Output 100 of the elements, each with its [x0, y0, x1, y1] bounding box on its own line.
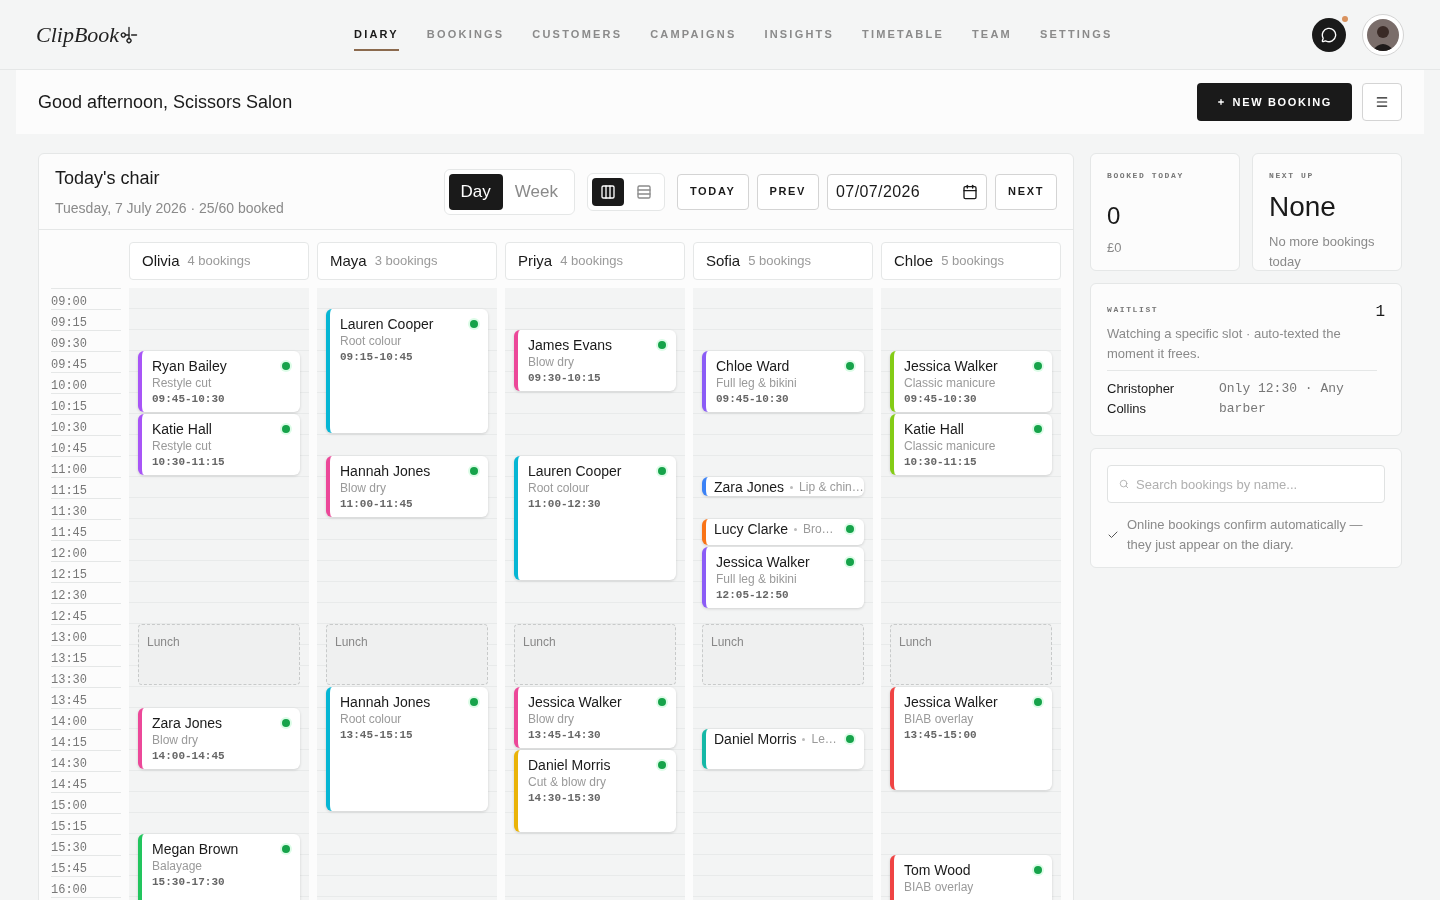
chat-button[interactable] [1312, 17, 1346, 52]
service-name: Full leg & bikini [716, 375, 798, 391]
service-name: Bro… [802, 521, 835, 538]
chat-icon [1321, 26, 1337, 43]
booking-time: 11:00-11:45 [340, 497, 414, 512]
booking-card[interactable]: Lauren Cooper Root colour 11:00-12:30 [514, 456, 676, 580]
booking-card[interactable]: Zara Jones Lip & chin… [702, 477, 864, 496]
booking-card[interactable]: Jessica Walker BIAB overlay 13:45-15:00 [890, 687, 1052, 790]
next-button[interactable]: NEXT [995, 173, 1057, 210]
time-label: 10:15 [51, 400, 87, 414]
service-name: Le… [811, 731, 838, 748]
greeting: Good afternoon, Scissors Salon [38, 90, 293, 114]
time-label: 15:45 [51, 862, 87, 876]
prev-button[interactable]: PREV [756, 173, 820, 210]
booking-card[interactable]: Katie Hall Restyle cut 10:30-11:15 [138, 414, 300, 475]
service-name: Classic manicure [904, 438, 997, 454]
lunch-label: Lunch [335, 635, 368, 649]
booking-card[interactable]: Katie Hall Classic manicure 10:30-11:15 [890, 414, 1052, 475]
time-label: 09:30 [51, 337, 87, 351]
booking-card[interactable]: Jessica Walker Full leg & bikini 12:05-12:50 [702, 546, 864, 608]
booking-time: 10:30-11:15 [152, 455, 226, 470]
rows-icon [635, 183, 652, 200]
service-name: Root colour [528, 480, 591, 496]
staff-name: Olivia [142, 250, 180, 271]
stat-value: None [1269, 190, 1337, 224]
view-option[interactable]: Week [502, 173, 570, 210]
booking-time: 13:45-15:00 [904, 728, 978, 743]
view-option[interactable]: Day [448, 173, 503, 210]
time-label: 12:30 [51, 589, 87, 603]
client-name: Lucy Clarke [714, 520, 788, 538]
time-label: 12:00 [51, 547, 87, 561]
service-name: BIAB overlay [904, 879, 975, 895]
booking-card[interactable]: Hannah Jones Blow dry 11:00-11:45 [326, 456, 488, 517]
service-name: Root colour [340, 711, 403, 727]
lunch-label: Lunch [899, 635, 932, 649]
time-label: 10:45 [51, 442, 87, 456]
staff-name: Maya [330, 250, 367, 271]
booking-card[interactable]: Daniel Morris Le… [702, 729, 864, 769]
search-field[interactable]: Search bookings by name... [1107, 465, 1385, 503]
stat-value: 0 [1107, 201, 1122, 231]
service-name: Restyle cut [152, 375, 213, 391]
booking-card[interactable]: Tom Wood BIAB overlay [890, 855, 1052, 900]
booking-card[interactable]: Chloe Ward Full leg & bikini 09:45-10:30 [702, 351, 864, 412]
booking-card[interactable]: Daniel Morris Cut & blow dry 14:30-15:30 [514, 750, 676, 832]
booking-card[interactable]: Lucy Clarke Bro… [702, 519, 864, 545]
client-name: Katie Hall [904, 420, 964, 438]
service-name: Blow dry [152, 732, 199, 748]
avatar[interactable] [1362, 13, 1404, 56]
booking-time: 09:45-10:30 [904, 392, 978, 407]
waitlist-name: Christopher Collins [1107, 380, 1176, 418]
booking-card[interactable]: Zara Jones Blow dry 14:00-14:45 [138, 708, 300, 769]
booking-count: 4 bookings [560, 252, 624, 271]
booking-time: 14:30-15:30 [528, 791, 602, 806]
time-label: 11:00 [51, 463, 87, 477]
brand-logo[interactable]: ClipBook [36, 18, 120, 51]
service-name: Root colour [340, 333, 403, 349]
booking-card[interactable]: Jessica Walker Blow dry 13:45-14:30 [514, 687, 676, 748]
time-label: 14:30 [51, 757, 87, 771]
time-label: 13:45 [51, 694, 87, 708]
menu-button[interactable] [1362, 83, 1402, 121]
booking-count: 5 bookings [941, 252, 1005, 271]
diary-title: Today's chair [55, 166, 161, 190]
time-label: 13:15 [51, 652, 87, 666]
diary-subtitle: Tuesday, 7 July 2026 · 25/60 booked [55, 198, 284, 218]
new-booking-button[interactable]: NEW BOOKING [1196, 83, 1352, 121]
nav-tab[interactable]: DIARY [354, 18, 399, 51]
plus-icon [1216, 98, 1225, 106]
client-name: Zara Jones [714, 478, 785, 496]
booking-time: 09:45-10:30 [716, 392, 790, 407]
service-name: Classic manicure [904, 375, 997, 391]
client-name: Hannah Jones [340, 462, 431, 480]
client-name: Jessica Walker [716, 552, 810, 571]
time-label: 10:00 [51, 379, 87, 393]
booking-card[interactable]: Lauren Cooper Root colour 09:15-10:45 [326, 309, 488, 433]
time-label: 13:30 [51, 673, 87, 687]
time-label: 13:00 [51, 631, 87, 645]
booking-time: 11:00-12:30 [528, 497, 602, 512]
booking-count: 5 bookings [748, 252, 812, 271]
booking-time: 10:30-11:15 [904, 455, 978, 470]
calendar-icon [962, 183, 979, 200]
time-label: 14:00 [51, 715, 87, 729]
layout-option[interactable] [591, 177, 624, 206]
staff-name: Priya [518, 250, 553, 271]
booking-time: 09:30-10:15 [528, 371, 602, 386]
client-name: Hannah Jones [340, 693, 431, 711]
client-name: Chloe Ward [716, 357, 790, 375]
waitlist-note: Only 12:30 · Any barber [1219, 380, 1345, 418]
booking-time: 09:45-10:30 [152, 392, 226, 407]
client-name: Jessica Walker [904, 693, 998, 711]
today-button[interactable]: TODAY [676, 173, 749, 210]
date-field[interactable]: 07/07/2026 [827, 173, 988, 210]
time-label: 14:15 [51, 736, 87, 750]
booking-card[interactable]: James Evans Blow dry 09:30-10:15 [514, 330, 676, 391]
booking-card[interactable]: Hannah Jones Root colour 13:45-15:15 [326, 687, 488, 811]
booking-card[interactable]: Megan Brown Balayage 15:30-17:30 [138, 834, 300, 900]
booking-count: 3 bookings [374, 252, 438, 271]
client-name: Zara Jones [152, 714, 223, 732]
booking-card[interactable]: Jessica Walker Classic manicure 09:45-10:30 [890, 351, 1052, 412]
booking-card[interactable]: Ryan Bailey Restyle cut 09:45-10:30 [138, 351, 300, 412]
client-name: Megan Brown [152, 840, 239, 858]
